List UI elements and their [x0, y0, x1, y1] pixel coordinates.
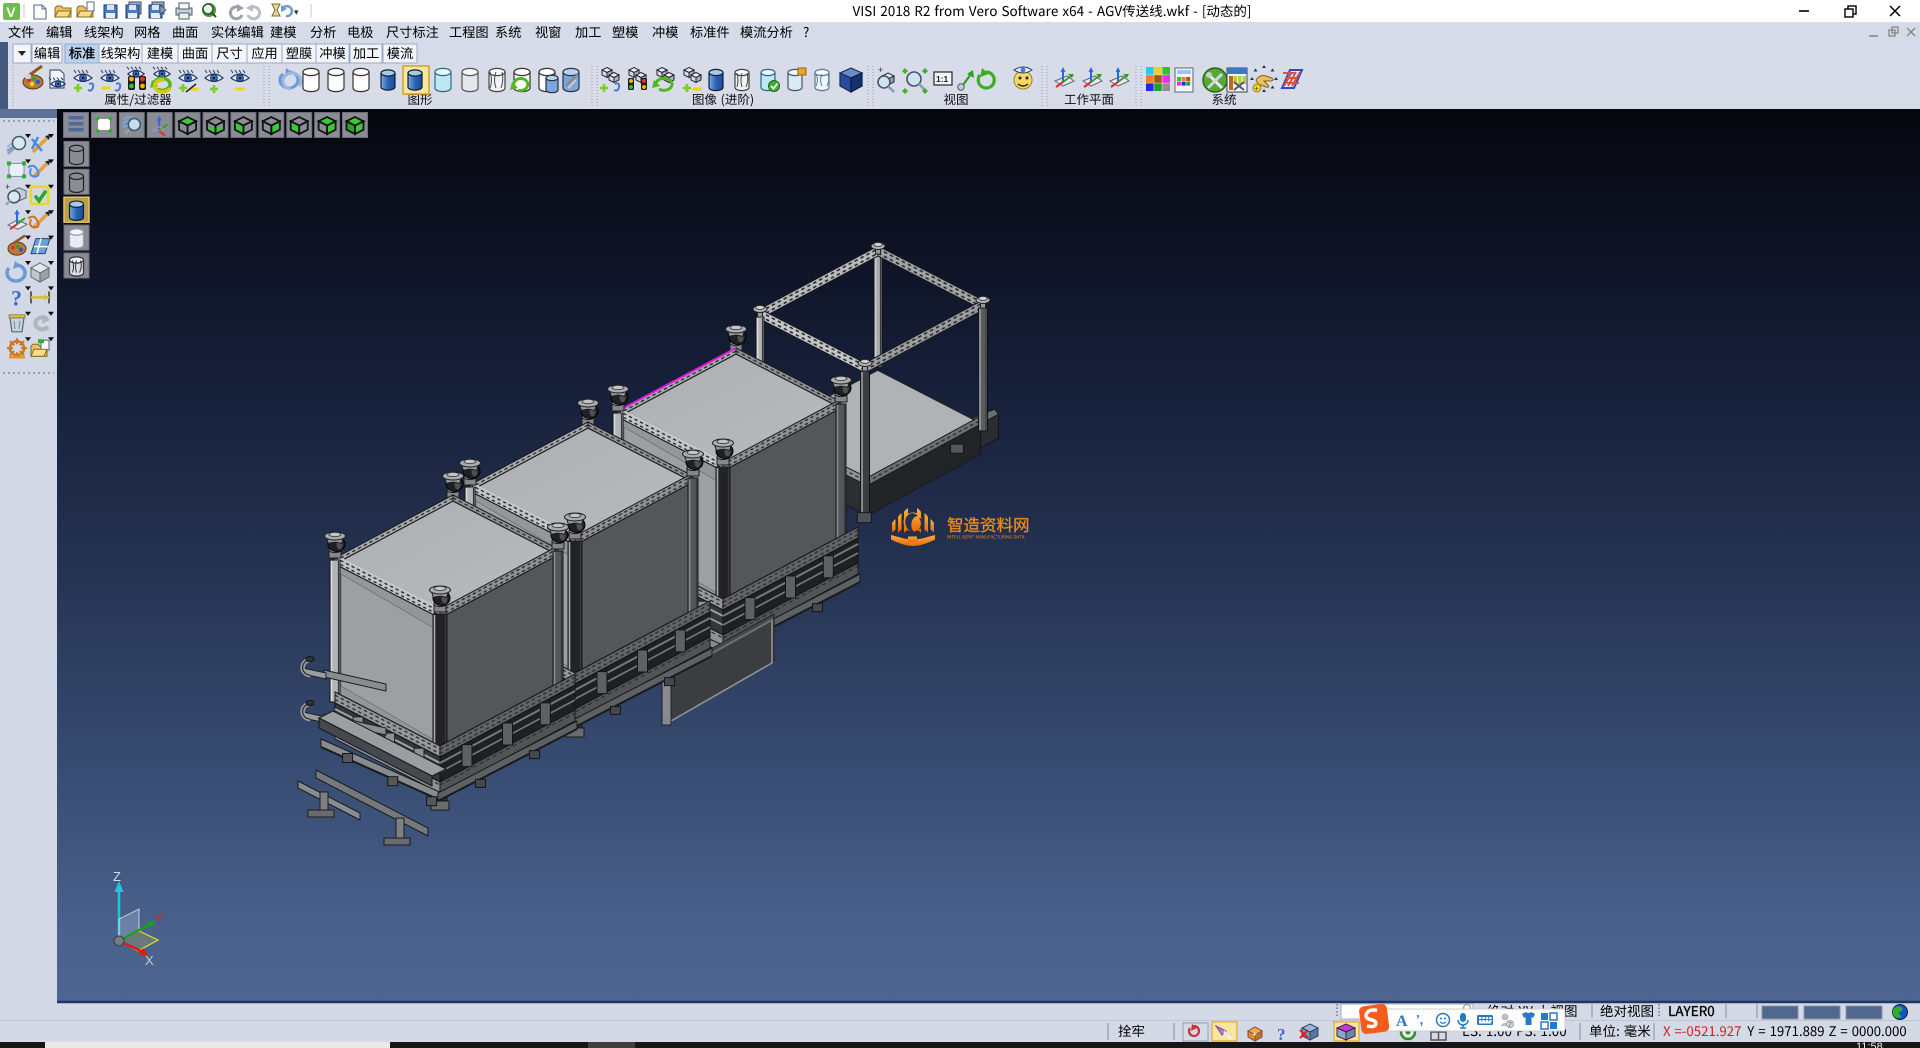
svg-text:Z: Z	[113, 869, 121, 884]
svg-text:’,: ’,	[1416, 1012, 1423, 1027]
svg-text:+: +	[1252, 1030, 1257, 1039]
svg-text:7: 7	[1508, 1022, 1512, 1029]
svg-text:Y: Y	[155, 911, 164, 926]
svg-text:V: V	[6, 4, 16, 20]
svg-text:A: A	[1396, 1013, 1408, 1030]
svg-text:X: X	[145, 953, 154, 968]
svg-text:+: +	[878, 65, 883, 75]
svg-text:+: +	[5, 182, 10, 192]
svg-text:?: ?	[1277, 1025, 1286, 1044]
svg-text:+: +	[1255, 86, 1259, 93]
svg-text:1:1: 1:1	[936, 74, 949, 84]
svg-text:?: ?	[11, 285, 22, 310]
svg-text:▾: ▾	[294, 7, 299, 17]
svg-text:11:58: 11:58	[1856, 1041, 1883, 1048]
